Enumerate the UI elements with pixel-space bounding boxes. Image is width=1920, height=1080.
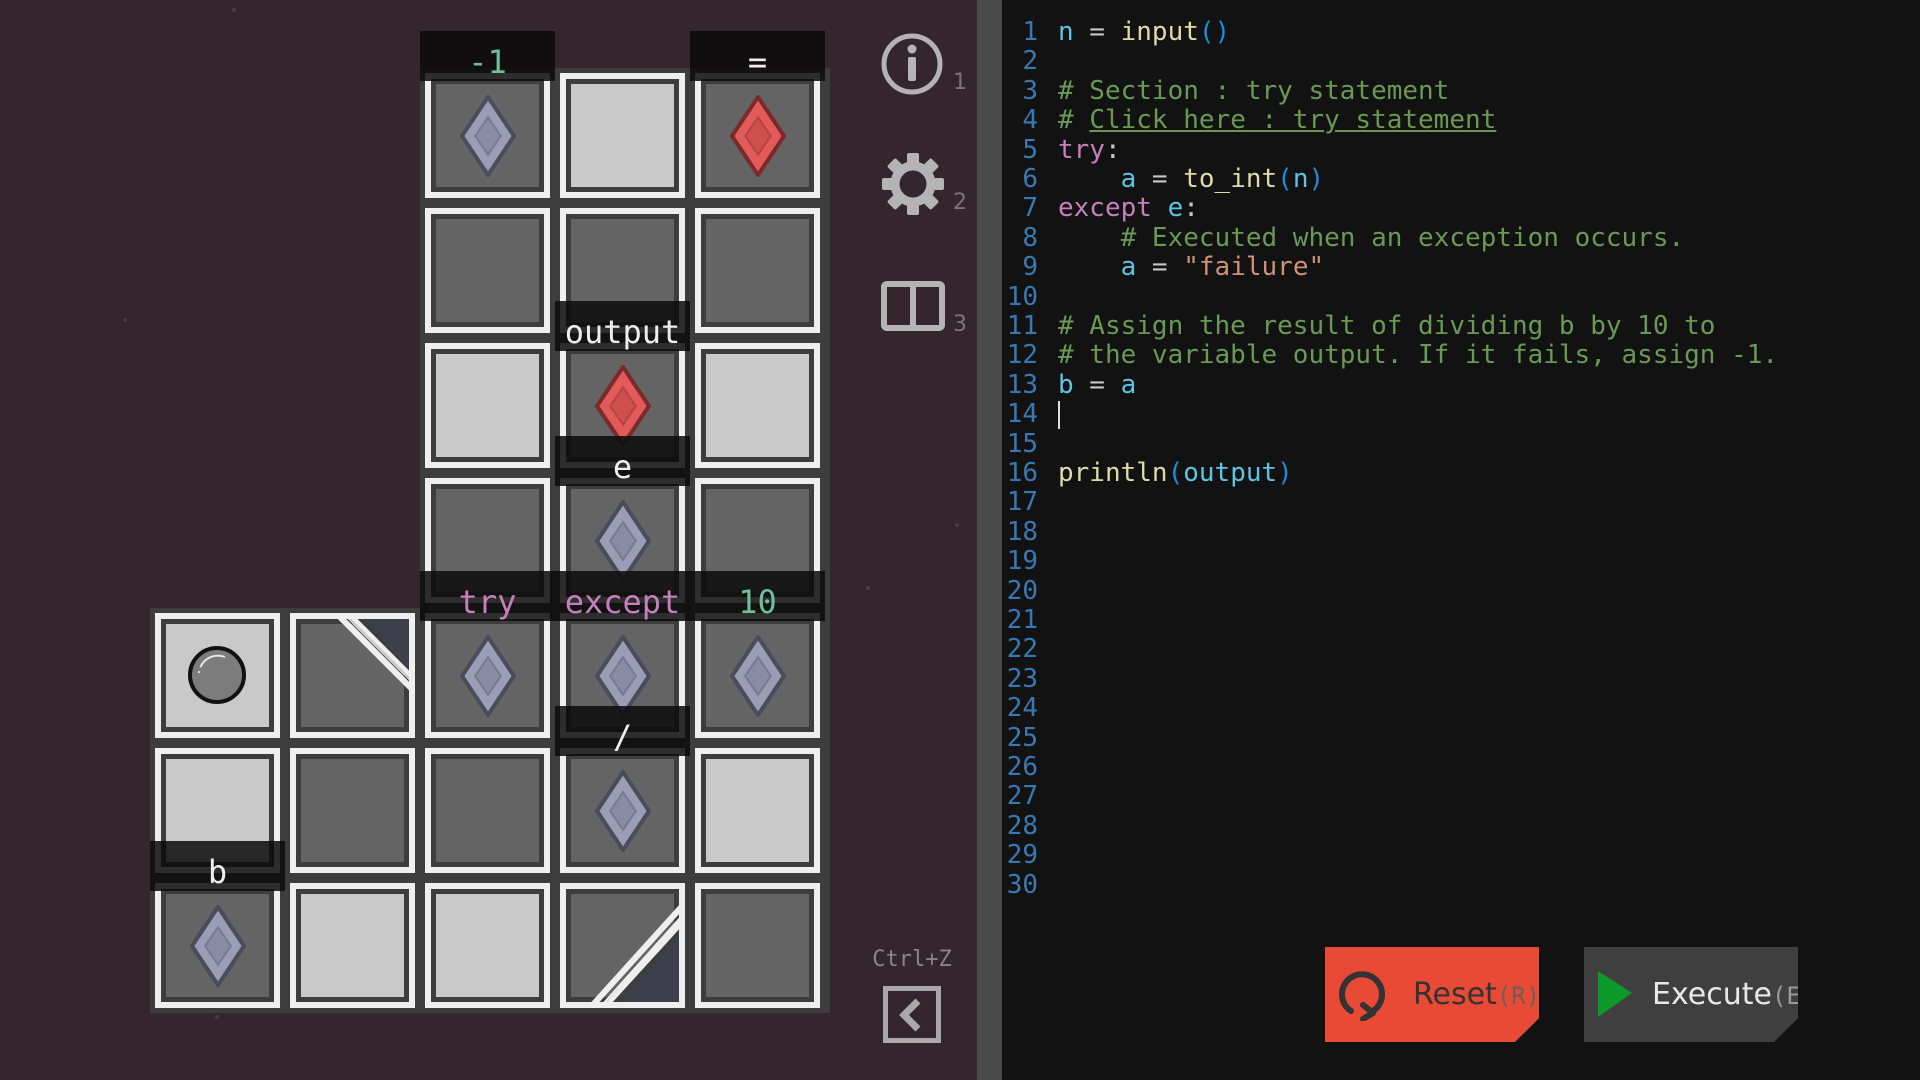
board-cell[interactable]: [290, 883, 415, 1008]
code-line[interactable]: 30: [1002, 867, 1058, 903]
board-cell[interactable]: [560, 73, 685, 198]
code-token: b: [1058, 369, 1074, 400]
board-cell[interactable]: [695, 343, 820, 468]
cell-label: except: [555, 571, 690, 621]
ramp-icon: [333, 613, 415, 695]
board-cell[interactable]: [290, 748, 415, 873]
reset-label: Reset: [1413, 977, 1497, 1012]
blue-gem-icon: [459, 634, 516, 717]
cell-label: output: [555, 301, 690, 351]
code-token: ): [1308, 164, 1325, 194]
board-cell[interactable]: [425, 208, 550, 333]
board-cell[interactable]: [425, 73, 550, 198]
code-token: =: [1136, 252, 1184, 283]
ramp-icon: [587, 900, 685, 1008]
undo-button[interactable]: [883, 986, 941, 1043]
board-cell[interactable]: [290, 613, 415, 738]
execute-label: Execute: [1652, 977, 1772, 1012]
background-star: [232, 8, 236, 12]
line-number: 30: [1006, 869, 1038, 900]
board-cell[interactable]: [425, 613, 550, 738]
code-token: (): [1198, 17, 1231, 47]
code-token: a: [1120, 252, 1137, 283]
execute-button[interactable]: Execute(E): [1584, 947, 1798, 1042]
info-button[interactable]: [880, 32, 944, 96]
book-shortcut: 3: [953, 312, 967, 337]
settings-shortcut: 2: [953, 190, 967, 215]
cell-label: -1: [420, 31, 555, 81]
code-token: a: [1120, 369, 1137, 400]
code-token: input: [1120, 17, 1199, 47]
blue-gem-icon: [594, 499, 651, 582]
code-token: println: [1058, 458, 1168, 488]
blue-gem-icon: [459, 94, 516, 177]
code-token: =: [1073, 17, 1121, 47]
back-arrow-icon: [899, 998, 921, 1032]
background-star: [955, 523, 959, 527]
book-icon: [881, 281, 945, 331]
settings-button[interactable]: [881, 152, 945, 216]
board-cell[interactable]: [560, 883, 685, 1008]
red-gem-icon: [594, 364, 651, 447]
text-caret: [1058, 400, 1060, 429]
tutorial-link[interactable]: Click here : try statement: [1089, 105, 1496, 135]
board-cell[interactable]: [695, 73, 820, 198]
cell-label: b: [150, 841, 285, 891]
reset-button[interactable]: Reset(R): [1325, 947, 1539, 1042]
board-cell[interactable]: [425, 883, 550, 1008]
ball-icon: [188, 646, 246, 704]
code-token: =: [1073, 369, 1121, 400]
info-icon: [881, 33, 943, 95]
board-cell[interactable]: [425, 343, 550, 468]
board-cell[interactable]: [695, 883, 820, 1008]
background-star: [215, 1015, 219, 1019]
blue-gem-icon: [189, 904, 246, 987]
board-cell[interactable]: [695, 208, 820, 333]
board-cell[interactable]: [155, 613, 280, 738]
blue-gem-icon: [594, 769, 651, 852]
background-star: [123, 318, 127, 322]
game-board-panel: -1 = output e try except 10 / b 1 2 3 Ctrl…: [0, 0, 977, 1080]
code-editor[interactable]: 1n = input() 2 3 # Section : try statement 4…: [1002, 0, 1920, 1080]
cell-label: /: [555, 706, 690, 756]
code-token: "failure": [1183, 252, 1325, 283]
board-cell[interactable]: [425, 748, 550, 873]
blue-gem-icon: [594, 634, 651, 717]
blue-gem-icon: [729, 634, 786, 717]
undo-hint: Ctrl+Z: [872, 947, 952, 972]
cell-label: try: [420, 571, 555, 621]
gear-icon: [882, 153, 944, 215]
code-token: # the variable output. If it fails, assi…: [1058, 340, 1779, 371]
code-token: n: [1292, 164, 1309, 194]
code-token: output: [1183, 458, 1278, 488]
cell-label: 10: [690, 571, 825, 621]
book-button[interactable]: [881, 281, 945, 331]
code-token: (: [1167, 458, 1184, 488]
play-icon: [1598, 969, 1638, 1021]
board-cell[interactable]: [155, 883, 280, 1008]
info-shortcut: 1: [953, 70, 967, 95]
background-star: [866, 586, 870, 590]
cell-label: e: [555, 436, 690, 486]
board-cell[interactable]: [695, 613, 820, 738]
code-token: ): [1277, 458, 1293, 488]
reset-icon: [1337, 969, 1387, 1021]
board-cell[interactable]: [560, 748, 685, 873]
panel-divider[interactable]: [977, 0, 1002, 1080]
reset-hotkey: (R): [1496, 982, 1541, 1010]
code-token: (: [1277, 164, 1293, 194]
cell-label: =: [690, 31, 825, 81]
code-token: n: [1058, 17, 1074, 47]
red-gem-icon: [729, 94, 786, 177]
board-cell[interactable]: [695, 748, 820, 873]
